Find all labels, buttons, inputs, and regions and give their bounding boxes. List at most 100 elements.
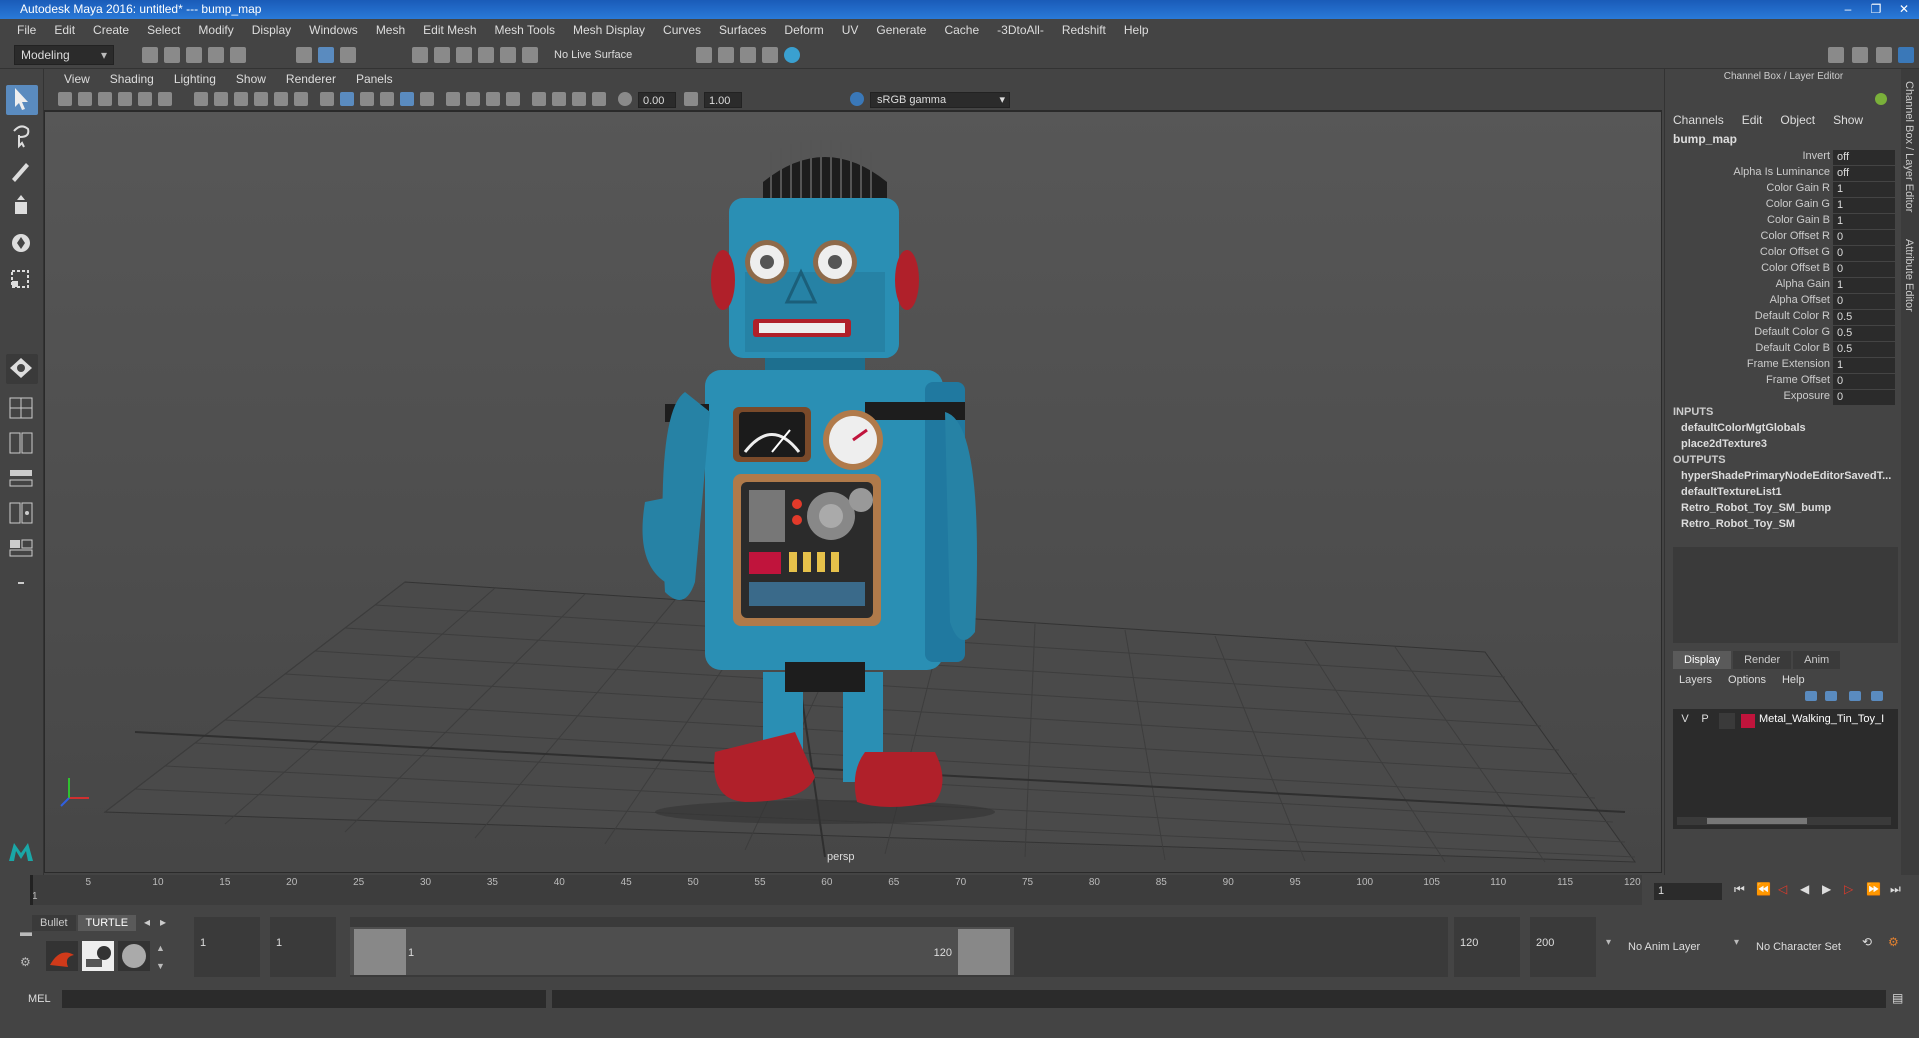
menu-select[interactable]: Select (138, 23, 189, 37)
auto-key-icon[interactable]: ⟲ (1862, 935, 1872, 949)
film-gate-icon[interactable] (214, 92, 228, 106)
ipr-render-icon[interactable] (718, 47, 734, 63)
close-button[interactable]: ✕ (1895, 0, 1913, 19)
attr-value[interactable]: 0 (1833, 262, 1895, 277)
layer-visibility-toggle[interactable]: V (1677, 713, 1693, 725)
menu-edit-mesh[interactable]: Edit Mesh (414, 23, 485, 37)
mode-select[interactable]: Modeling (14, 45, 114, 65)
go-to-start-icon[interactable]: ⏮ (1734, 882, 1745, 897)
hypershade-layout-icon[interactable] (6, 534, 38, 564)
minimize-button[interactable]: – (1839, 0, 1857, 19)
field-chart-icon[interactable] (274, 92, 288, 106)
menu-curves[interactable]: Curves (654, 23, 710, 37)
render-settings-icon[interactable] (740, 47, 756, 63)
image-plane-icon[interactable] (118, 92, 132, 106)
smooth-shade-icon[interactable] (340, 92, 354, 106)
step-back-frame-icon[interactable]: ◁ (1778, 882, 1787, 896)
channel-box-settings-icon[interactable] (1875, 93, 1887, 105)
ambient-occlusion-icon[interactable] (446, 92, 460, 106)
panel-menu-renderer[interactable]: Renderer (276, 72, 346, 86)
color-management-icon[interactable] (850, 92, 864, 106)
grease-pencil-icon[interactable] (158, 92, 172, 106)
current-time-indicator[interactable] (30, 875, 33, 905)
attr-value[interactable]: off (1833, 150, 1895, 165)
animation-start-field[interactable]: 1 (194, 917, 260, 977)
time-ticks[interactable]: 1 5 10 15 20 25 30 35 40 45 50 55 60 65 70 75 80 85 90 95 10… (30, 875, 1642, 905)
attr-value[interactable]: 1 (1833, 198, 1895, 213)
depth-of-field-icon[interactable] (506, 92, 520, 106)
attr-value[interactable]: 0 (1833, 230, 1895, 245)
shelf-item-sphere[interactable] (118, 941, 150, 971)
shelf-scroll-right-icon[interactable]: ▸ (160, 915, 166, 929)
panel-menu-panels[interactable]: Panels (346, 72, 403, 86)
undo-icon[interactable] (208, 47, 224, 63)
layer-menu-help[interactable]: Help (1782, 674, 1805, 686)
safe-action-icon[interactable] (294, 92, 308, 106)
attr-value[interactable]: 0.5 (1833, 326, 1895, 341)
layer-type-toggle[interactable] (1719, 713, 1735, 729)
output-node[interactable]: Retro_Robot_Toy_SM_bump (1681, 502, 1831, 514)
cb-menu-show[interactable]: Show (1833, 113, 1863, 127)
shelf-collapse-icon[interactable]: ▬ (20, 925, 32, 939)
attr-value[interactable]: 1 (1833, 358, 1895, 373)
panel-menu-lighting[interactable]: Lighting (164, 72, 226, 86)
select-tool-icon[interactable] (6, 85, 38, 115)
persp-outliner-layout-icon[interactable] (6, 464, 38, 494)
viewport-persp[interactable] (44, 111, 1662, 873)
save-scene-icon[interactable] (186, 47, 202, 63)
gamma-field[interactable]: 1.00 (704, 92, 742, 108)
attr-value[interactable]: 0 (1833, 246, 1895, 261)
shelf-scroll-left-icon[interactable]: ◂ (144, 915, 150, 929)
grid-icon[interactable] (194, 92, 208, 106)
cb-menu-edit[interactable]: Edit (1742, 113, 1763, 127)
single-perspective-layout-icon[interactable] (6, 394, 38, 424)
tab-display[interactable]: Display (1673, 651, 1732, 669)
view-transform-select[interactable]: sRGB gamma (870, 92, 1010, 108)
render-frame-icon[interactable] (696, 47, 712, 63)
panel-menu-view[interactable]: View (54, 72, 100, 86)
shelf-item-fire[interactable] (46, 941, 78, 971)
snap-surface-icon[interactable] (500, 47, 516, 63)
cb-menu-object[interactable]: Object (1780, 113, 1815, 127)
camera-attributes-icon[interactable] (78, 92, 92, 106)
playback-start-field[interactable]: 1 (270, 917, 336, 977)
move-tool-icon[interactable] (6, 193, 38, 223)
live-surface-field[interactable]: No Live Surface (554, 46, 658, 64)
attr-value[interactable]: 0.5 (1833, 310, 1895, 325)
redo-icon[interactable] (230, 47, 246, 63)
paint-select-tool-icon[interactable] (6, 157, 38, 187)
attr-value[interactable]: 1 (1833, 182, 1895, 197)
output-node[interactable]: defaultTextureList1 (1681, 486, 1782, 498)
snap-point-icon[interactable] (456, 47, 472, 63)
attr-value[interactable]: 0 (1833, 374, 1895, 389)
menu-surfaces[interactable]: Surfaces (710, 23, 775, 37)
panel-layout-icon[interactable] (1828, 47, 1844, 63)
xray-joints-icon[interactable] (592, 92, 606, 106)
select-component-icon[interactable] (340, 47, 356, 63)
wireframe-icon[interactable] (320, 92, 334, 106)
motion-blur-icon[interactable] (466, 92, 480, 106)
open-scene-icon[interactable] (164, 47, 180, 63)
new-scene-icon[interactable] (142, 47, 158, 63)
new-layer-icon[interactable] (1849, 691, 1861, 701)
select-hierarchy-icon[interactable] (296, 47, 312, 63)
shelf-down-icon[interactable]: ▼ (156, 961, 165, 971)
attr-value[interactable]: 0.5 (1833, 342, 1895, 357)
attr-value[interactable]: off (1833, 166, 1895, 181)
channel-box-toggle-icon[interactable] (1898, 47, 1914, 63)
menu-create[interactable]: Create (84, 23, 138, 37)
scale-tool-icon[interactable] (6, 265, 38, 295)
exposure-field[interactable]: 0.00 (638, 92, 676, 108)
layer-playback-toggle[interactable]: P (1697, 713, 1713, 725)
exposure-icon[interactable] (618, 92, 632, 106)
range-start-handle[interactable] (354, 929, 406, 975)
gamma-icon[interactable] (684, 92, 698, 106)
side-tab-attribute-editor[interactable]: Attribute Editor (1903, 239, 1915, 312)
gate-mask-icon[interactable] (254, 92, 268, 106)
attr-value[interactable]: 1 (1833, 278, 1895, 293)
go-to-end-icon[interactable]: ⏭ (1890, 882, 1901, 897)
select-object-icon[interactable] (318, 47, 334, 63)
menu-edit[interactable]: Edit (45, 23, 84, 37)
move-layer-up-icon[interactable] (1805, 691, 1817, 701)
maximize-button[interactable]: ❐ (1867, 0, 1885, 19)
